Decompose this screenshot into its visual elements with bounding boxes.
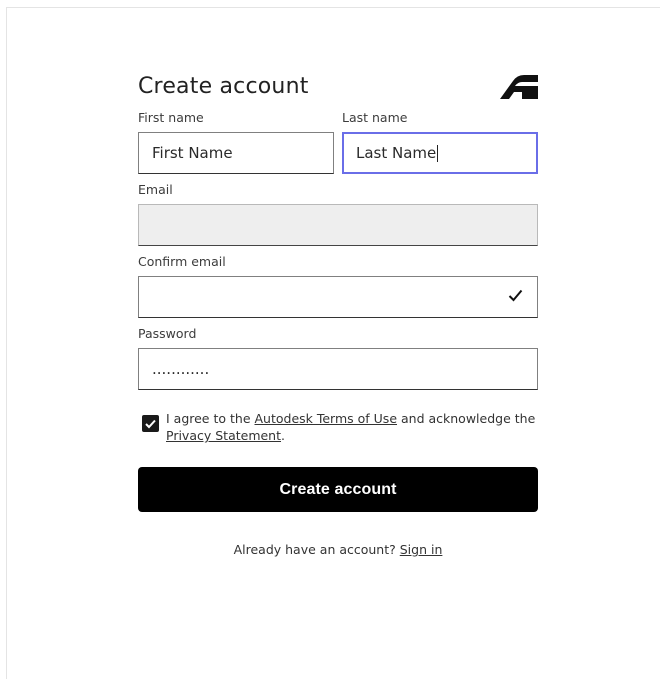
signin-prompt: Already have an account? Sign in (138, 542, 538, 557)
text-cursor (437, 144, 439, 162)
email-field[interactable] (138, 204, 538, 246)
sign-in-link[interactable]: Sign in (400, 542, 443, 557)
form-header: Create account (138, 64, 538, 108)
first-name-field[interactable]: First Name (138, 132, 334, 174)
first-name-placeholder: First Name (152, 144, 233, 162)
checkmark-icon (508, 289, 523, 302)
last-name-value: Last Name (356, 144, 437, 162)
autodesk-logo-icon (500, 75, 538, 99)
password-mask: ............ (152, 360, 210, 378)
agreement-text: I agree to the Autodesk Terms of Use and… (166, 410, 538, 444)
agreement-text-1: I agree to the (166, 411, 255, 426)
last-name-label: Last name (342, 110, 408, 125)
agreement-text-3: . (281, 428, 285, 443)
signup-form: Create account First name First Name Las… (138, 64, 538, 557)
privacy-statement-link[interactable]: Privacy Statement (166, 428, 281, 443)
last-name-field[interactable]: Last Name (342, 132, 538, 174)
name-row: First name First Name Last name Last Nam… (138, 108, 538, 174)
create-account-button[interactable]: Create account (138, 467, 538, 512)
agree-checkbox[interactable] (142, 415, 159, 432)
password-label: Password (138, 326, 197, 341)
signup-card: Create account First name First Name Las… (6, 7, 660, 679)
email-label: Email (138, 182, 173, 197)
page-title: Create account (138, 73, 309, 99)
signin-prompt-text: Already have an account? (233, 542, 400, 557)
terms-agreement: I agree to the Autodesk Terms of Use and… (138, 410, 538, 444)
first-name-label: First name (138, 110, 204, 125)
first-name-group: First name First Name (138, 108, 334, 174)
confirm-email-label: Confirm email (138, 254, 226, 269)
confirm-email-field[interactable] (138, 276, 538, 318)
terms-of-use-link[interactable]: Autodesk Terms of Use (254, 411, 397, 426)
agreement-text-2: and acknowledge the (397, 411, 536, 426)
password-field[interactable]: ............ (138, 348, 538, 390)
checkbox-checked-icon (145, 419, 156, 428)
last-name-group: Last name Last Name (342, 108, 538, 174)
